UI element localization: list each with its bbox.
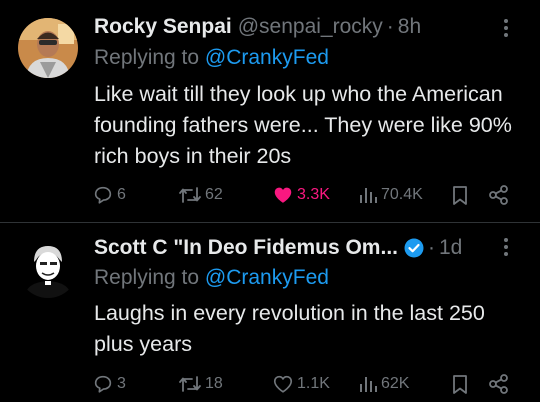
tweet-header: Scott C "In Deo Fidemus Om... · 1d <box>94 233 500 263</box>
tweet[interactable]: Scott C "In Deo Fidemus Om... · 1d Reply… <box>0 223 540 402</box>
views-icon <box>358 184 378 206</box>
reply-count: 3 <box>117 375 126 392</box>
reply-icon <box>92 184 114 206</box>
reply-button[interactable]: 3 <box>92 370 126 398</box>
more-icon[interactable] <box>494 235 518 259</box>
reply-button[interactable]: 6 <box>92 181 126 209</box>
views-count: 70.4K <box>381 186 423 203</box>
retweet-button[interactable]: 18 <box>178 370 223 398</box>
heart-icon <box>272 373 294 395</box>
share-icon[interactable] <box>488 181 510 209</box>
display-name[interactable]: Rocky Senpai <box>94 15 232 39</box>
tweet-header: Rocky Senpai @senpai_rocky · 8h <box>94 12 500 42</box>
timestamp[interactable]: 8h <box>398 15 421 39</box>
replying-prefix: Replying to <box>94 46 200 69</box>
bookmark-icon[interactable] <box>450 370 470 398</box>
verified-icon <box>404 238 424 258</box>
heart-icon <box>272 184 294 206</box>
avatar[interactable] <box>18 238 78 298</box>
tweet-actions: 3 18 1.1K 62K <box>92 370 516 398</box>
views-button[interactable]: 70.4K <box>358 181 423 209</box>
display-name[interactable]: Scott C "In Deo Fidemus Om... <box>94 236 398 260</box>
views-count: 62K <box>381 375 410 392</box>
tweet[interactable]: Rocky Senpai @senpai_rocky · 8h Replying… <box>0 0 540 222</box>
like-button[interactable]: 3.3K <box>272 181 330 209</box>
bookmark-icon[interactable] <box>450 181 470 209</box>
timestamp[interactable]: 1d <box>439 236 462 260</box>
mention-link[interactable]: @CrankyFed <box>205 46 329 69</box>
more-icon[interactable] <box>494 16 518 40</box>
share-icon[interactable] <box>488 370 510 398</box>
retweet-button[interactable]: 62 <box>178 181 223 209</box>
like-count: 1.1K <box>297 375 330 392</box>
replying-prefix: Replying to <box>94 266 200 289</box>
tweet-text: Like wait till they look up who the Amer… <box>94 82 512 168</box>
tweet-text: Laughs in every revolution in the last 2… <box>94 301 485 356</box>
replying-to: Replying to @CrankyFed <box>94 46 329 70</box>
views-icon <box>358 373 378 395</box>
retweet-icon <box>178 373 202 395</box>
views-button[interactable]: 62K <box>358 370 409 398</box>
separator: · <box>428 236 435 259</box>
retweet-icon <box>178 184 202 206</box>
separator: · <box>386 15 394 38</box>
avatar[interactable] <box>18 18 78 78</box>
user-handle[interactable]: @senpai_rocky <box>238 15 383 39</box>
mention-link[interactable]: @CrankyFed <box>205 266 329 289</box>
reply-icon <box>92 373 114 395</box>
retweet-count: 18 <box>205 375 223 392</box>
like-button[interactable]: 1.1K <box>272 370 330 398</box>
reply-count: 6 <box>117 186 126 203</box>
like-count: 3.3K <box>297 186 330 203</box>
retweet-count: 62 <box>205 186 223 203</box>
replying-to: Replying to @CrankyFed <box>94 266 329 290</box>
tweet-actions: 6 62 3.3K 70.4K <box>92 181 516 209</box>
